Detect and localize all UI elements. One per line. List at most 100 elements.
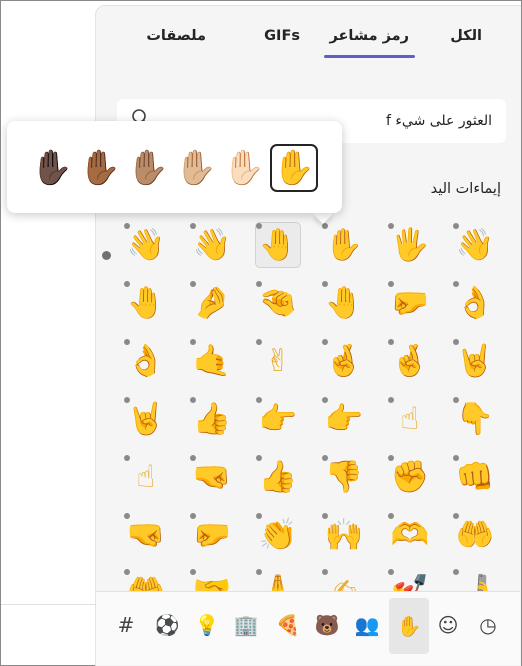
emoji-cell[interactable]: 👏 xyxy=(255,512,301,558)
emoji-cell[interactable]: 👇 xyxy=(452,396,498,442)
skin-tone-indicator xyxy=(322,339,328,345)
skin-tone-indicator xyxy=(190,281,196,287)
skin-tone-indicator xyxy=(124,569,130,575)
people-icon[interactable]: 👥 xyxy=(354,612,380,638)
emoji-cell[interactable]: 👋 xyxy=(189,222,235,268)
skin-tone-indicator xyxy=(124,513,130,519)
skin-tone-indicator xyxy=(453,223,459,229)
skin-tone-indicator xyxy=(256,513,262,519)
emoji-cell[interactable]: 👌 xyxy=(452,280,498,326)
skin-tone-indicator xyxy=(388,397,394,403)
skin-tone-indicator xyxy=(124,223,130,229)
emoji-cell[interactable]: 🤜 xyxy=(189,454,235,500)
skin-tone-indicator xyxy=(388,455,394,461)
tab-emoji[interactable]: رمز مشاعر xyxy=(323,28,415,58)
emoji-cell[interactable]: 🤞 xyxy=(387,338,433,384)
section-title: إيماءات اليد xyxy=(430,181,501,197)
emoji-cell[interactable]: 🫶 xyxy=(387,512,433,558)
emoji-cell[interactable]: 🙌 xyxy=(321,512,367,558)
emoji-cell[interactable]: 👍 xyxy=(255,454,301,500)
emoji-cell[interactable]: 🤘 xyxy=(452,338,498,384)
emoji-cell[interactable]: ☝ xyxy=(387,396,433,442)
smiley-icon[interactable]: ☺ xyxy=(435,612,461,638)
skin-tone-option[interactable]: ✋🏼 xyxy=(172,144,220,192)
lightbulb-icon[interactable]: 💡 xyxy=(194,612,220,638)
skin-tone-option[interactable]: ✋🏿 xyxy=(28,144,76,192)
skin-tone-indicator xyxy=(124,455,130,461)
emoji-cell[interactable]: 🤏 xyxy=(255,280,301,326)
emoji-cell[interactable]: 🤲 xyxy=(452,512,498,558)
skin-tone-indicator xyxy=(190,339,196,345)
skin-tone-indicator xyxy=(190,455,196,461)
skin-tone-indicator xyxy=(322,513,328,519)
emoji-cell[interactable]: 🤌 xyxy=(189,280,235,326)
emoji-cell[interactable]: 🤛 xyxy=(189,512,235,558)
skin-tone-popup: ✋ ✋🏻 ✋🏼 ✋🏽 ✋🏾 ✋🏿 xyxy=(7,121,342,213)
ball-icon[interactable]: ⚽ xyxy=(154,612,180,638)
emoji-cell[interactable]: 🤘 xyxy=(123,396,169,442)
skin-tone-indicator xyxy=(322,281,328,287)
skin-tone-indicator xyxy=(322,569,328,575)
emoji-cell[interactable]: 👉 xyxy=(255,396,301,442)
skin-tone-indicator xyxy=(388,339,394,345)
skin-tone-indicator xyxy=(388,281,394,287)
emoji-cell[interactable]: 👋 xyxy=(123,222,169,268)
skin-tone-indicator xyxy=(190,569,196,575)
skin-tone-indicator xyxy=(453,339,459,345)
scroll-indicator[interactable] xyxy=(102,251,111,260)
emoji-cell[interactable]: 👍 xyxy=(189,396,235,442)
category-bar: ◷ ☺ ✋ 👥 🐻 🍕 🏢 💡 ⚽ # xyxy=(96,591,520,665)
emoji-cell[interactable]: 👎 xyxy=(321,454,367,500)
skin-tone-indicator xyxy=(453,281,459,287)
emoji-cell[interactable]: 🤚 xyxy=(255,222,301,268)
emoji-cell[interactable]: 👋 xyxy=(452,222,498,268)
skin-tone-indicator xyxy=(453,513,459,519)
skin-tone-indicator xyxy=(124,339,130,345)
skin-tone-indicator xyxy=(124,397,130,403)
animal-icon[interactable]: 🐻 xyxy=(314,612,340,638)
skin-tone-option[interactable]: ✋ xyxy=(270,144,318,192)
emoji-cell[interactable]: ☝ xyxy=(123,454,169,500)
tab-gifs[interactable]: GIFs xyxy=(264,28,300,44)
skin-tone-indicator xyxy=(453,455,459,461)
tab-all[interactable]: الكل xyxy=(450,28,482,44)
skin-tone-option[interactable]: ✋🏾 xyxy=(76,144,124,192)
emoji-cell[interactable]: 🤚 xyxy=(123,280,169,326)
emoji-cell[interactable]: ✌ xyxy=(255,338,301,384)
emoji-cell[interactable]: 🤞 xyxy=(321,338,367,384)
hashtag-icon[interactable]: # xyxy=(113,612,139,638)
emoji-cell[interactable]: ✋ xyxy=(321,222,367,268)
recent-icon[interactable]: ◷ xyxy=(475,612,501,638)
skin-tone-option[interactable]: ✋🏽 xyxy=(124,144,172,192)
skin-tone-indicator xyxy=(124,281,130,287)
emoji-cell[interactable]: 🤛 xyxy=(387,280,433,326)
emoji-cell[interactable]: 👊 xyxy=(452,454,498,500)
skin-tone-indicator xyxy=(388,569,394,575)
skin-tone-indicator xyxy=(190,513,196,519)
hand-icon[interactable]: ✋ xyxy=(389,598,429,654)
emoji-cell[interactable]: 🖐 xyxy=(387,222,433,268)
food-icon[interactable]: 🍕 xyxy=(275,612,301,638)
skin-tone-indicator xyxy=(256,569,262,575)
skin-tone-indicator xyxy=(388,513,394,519)
skin-tone-indicator xyxy=(388,223,394,229)
skin-tone-indicator xyxy=(256,397,262,403)
skin-tone-indicator xyxy=(322,455,328,461)
skin-tone-indicator xyxy=(256,223,262,229)
emoji-cell[interactable]: 🤜 xyxy=(123,512,169,558)
emoji-cell[interactable]: ✊ xyxy=(387,454,433,500)
emoji-cell[interactable]: 👌 xyxy=(123,338,169,384)
emoji-cell[interactable]: 🤚 xyxy=(321,280,367,326)
building-icon[interactable]: 🏢 xyxy=(233,612,259,638)
background-divider xyxy=(1,604,95,605)
emoji-cell[interactable]: 🤙 xyxy=(189,338,235,384)
skin-tone-indicator xyxy=(190,223,196,229)
skin-tone-indicator xyxy=(453,397,459,403)
skin-tone-option[interactable]: ✋🏻 xyxy=(220,144,268,192)
skin-tone-indicator xyxy=(256,455,262,461)
tab-stickers[interactable]: ملصقات xyxy=(146,28,206,44)
emoji-cell[interactable]: 👉 xyxy=(321,396,367,442)
skin-tone-indicator xyxy=(453,569,459,575)
skin-tone-indicator xyxy=(190,397,196,403)
skin-tone-indicator xyxy=(322,397,328,403)
